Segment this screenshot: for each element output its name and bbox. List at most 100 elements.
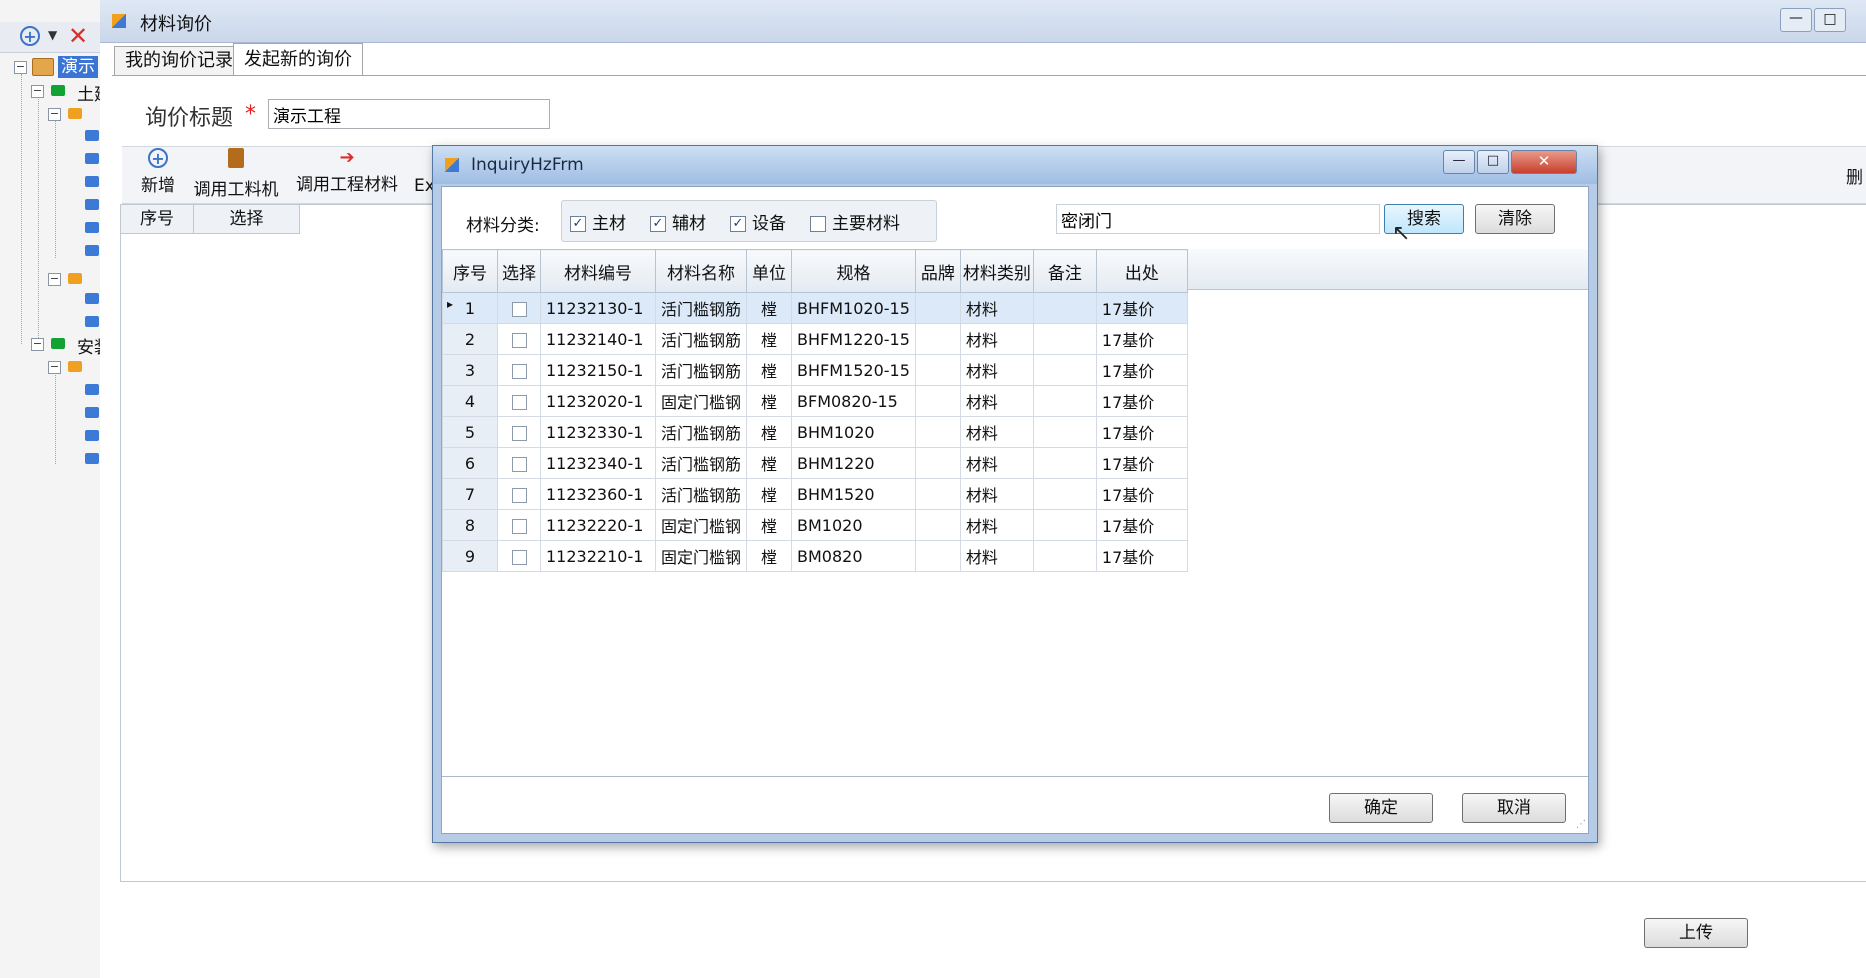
filter-checkbox-4[interactable]: 主要材料 — [810, 209, 900, 234]
cell-unit[interactable]: 樘 — [746, 416, 793, 448]
checkbox-checked-icon[interactable]: ✓ — [570, 216, 586, 232]
item-icon[interactable] — [85, 176, 99, 187]
ok-button[interactable]: 确定 — [1329, 793, 1433, 823]
clear-button[interactable]: 清除 — [1475, 204, 1555, 234]
checkbox-unchecked-icon[interactable] — [810, 216, 826, 232]
row-checkbox[interactable] — [511, 549, 527, 565]
row-number-cell[interactable]: 6 — [442, 447, 498, 479]
cell-brand[interactable] — [914, 509, 961, 541]
cell-brand[interactable] — [914, 416, 961, 448]
cell-note[interactable] — [1032, 323, 1097, 355]
cell-name[interactable]: 活门槛钢筋 — [654, 416, 748, 448]
minimize-icon[interactable]: — — [1443, 150, 1475, 174]
cell-name[interactable]: 活门槛钢筋 — [654, 323, 748, 355]
column-header[interactable]: 单位 — [746, 249, 793, 293]
cell-spec[interactable]: BFM0820-15 — [791, 385, 916, 417]
maximize-icon[interactable]: □ — [1477, 150, 1509, 174]
cell-source[interactable]: 17基价 — [1095, 354, 1188, 386]
cell-source[interactable]: 17基价 — [1095, 540, 1188, 572]
cell-spec[interactable]: BM1020 — [791, 509, 916, 541]
cell-brand[interactable] — [914, 478, 961, 510]
cell-source[interactable]: 17基价 — [1095, 447, 1188, 479]
cell-name[interactable]: 固定门槛钢 — [654, 509, 748, 541]
cell-unit[interactable]: 樘 — [746, 354, 793, 386]
cell-brand[interactable] — [914, 447, 961, 479]
row-checkbox[interactable] — [511, 363, 527, 379]
row-number-cell[interactable]: 7 — [442, 478, 498, 510]
close-icon[interactable]: ✕ — [1511, 150, 1577, 174]
cell-name[interactable]: 固定门槛钢 — [654, 540, 748, 572]
cell-source[interactable]: 17基价 — [1095, 385, 1188, 417]
column-header[interactable]: 品牌 — [914, 249, 961, 293]
use-project-material-button[interactable]: ➔ 调用工程材料 — [293, 148, 401, 198]
row-checkbox[interactable] — [511, 487, 527, 503]
item-icon[interactable] — [85, 245, 99, 256]
cell-name[interactable]: 固定门槛钢 — [654, 385, 748, 417]
table-row[interactable]: 6 11232340-1 活门槛钢筋樘 BHM1220 材料 17基价 — [442, 447, 1188, 479]
cell-unit[interactable]: 樘 — [746, 323, 793, 355]
cell-unit[interactable]: 樘 — [746, 540, 793, 572]
cell-spec[interactable]: BHFM1220-15 — [791, 323, 916, 355]
row-number-cell[interactable]: 8 — [442, 509, 498, 541]
upload-button[interactable]: 上传 — [1644, 918, 1748, 948]
row-checkbox[interactable] — [511, 518, 527, 534]
inquiry-title-input[interactable] — [268, 99, 550, 129]
cell-spec[interactable]: BM0820 — [791, 540, 916, 572]
cell-brand[interactable] — [914, 540, 961, 572]
select-cell[interactable] — [497, 354, 541, 386]
maximize-icon[interactable]: □ — [1814, 8, 1846, 32]
cell-brand[interactable] — [914, 354, 961, 386]
checkbox-checked-icon[interactable]: ✓ — [650, 216, 666, 232]
table-row[interactable]: 7 11232360-1 活门槛钢筋樘 BHM1520 材料 17基价 — [442, 478, 1188, 510]
cell-code[interactable]: 11232330-1 — [540, 416, 656, 448]
item-icon[interactable] — [85, 222, 99, 233]
filter-checkbox-2[interactable]: ✓ 辅材 — [650, 209, 706, 234]
row-number-cell[interactable]: 3 — [442, 354, 498, 386]
cell-brand[interactable] — [914, 385, 961, 417]
cell-category[interactable]: 材料 — [959, 540, 1034, 572]
cell-note[interactable] — [1032, 416, 1097, 448]
cell-brand[interactable] — [914, 292, 961, 324]
column-header[interactable]: 材料编号 — [540, 249, 656, 293]
item-icon[interactable] — [85, 153, 99, 164]
cell-spec[interactable]: BHM1220 — [791, 447, 916, 479]
cell-category[interactable]: 材料 — [959, 354, 1034, 386]
cell-note[interactable] — [1032, 509, 1097, 541]
cell-unit[interactable]: 樘 — [746, 509, 793, 541]
cell-category[interactable]: 材料 — [959, 385, 1034, 417]
cell-code[interactable]: 11232340-1 — [540, 447, 656, 479]
column-header[interactable]: 材料类别 — [959, 249, 1034, 293]
cell-category[interactable]: 材料 — [959, 323, 1034, 355]
table-row[interactable]: 4 11232020-1 固定门槛钢樘 BFM0820-15 材料 17基价 — [442, 385, 1188, 417]
item-icon[interactable] — [85, 453, 99, 464]
cell-spec[interactable]: BHM1020 — [791, 416, 916, 448]
delete-button[interactable]: 删 — [1846, 163, 1863, 188]
row-checkbox[interactable] — [511, 456, 527, 472]
cell-note[interactable] — [1032, 540, 1097, 572]
cell-category[interactable]: 材料 — [959, 292, 1034, 324]
cell-name[interactable]: 活门槛钢筋 — [654, 292, 748, 324]
table-row[interactable]: 3 11232150-1 活门槛钢筋樘 BHFM1520-15 材料 17基价 — [442, 354, 1188, 386]
add-node-icon[interactable]: + — [20, 26, 40, 46]
cell-name[interactable]: 活门槛钢筋 — [654, 354, 748, 386]
resize-grip-icon[interactable]: ⋰ — [1576, 819, 1586, 830]
select-cell[interactable] — [497, 323, 541, 355]
item-icon[interactable] — [85, 293, 99, 304]
item-icon[interactable] — [85, 407, 99, 418]
cell-source[interactable]: 17基价 — [1095, 509, 1188, 541]
item-icon[interactable] — [85, 384, 99, 395]
tab-new-inquiry[interactable]: 发起新的询价 — [233, 43, 363, 76]
tab-my-inquiries[interactable]: 我的询价记录 — [114, 46, 244, 76]
filter-checkbox-3[interactable]: ✓ 设备 — [730, 209, 786, 234]
row-number-cell[interactable]: 5 — [442, 416, 498, 448]
cell-name[interactable]: 活门槛钢筋 — [654, 478, 748, 510]
select-cell[interactable] — [497, 292, 541, 324]
table-row[interactable]: 9 11232210-1 固定门槛钢樘 BM0820 材料 17基价 — [442, 540, 1188, 572]
cell-spec[interactable]: BHM1520 — [791, 478, 916, 510]
cell-code[interactable]: 11232140-1 — [540, 323, 656, 355]
row-number-cell[interactable]: 4 — [442, 385, 498, 417]
column-header[interactable]: 出处 — [1095, 249, 1188, 293]
table-row[interactable]: ▸ 1 11232130-1 活门槛钢筋樘 BHFM1020-15 材料 17基价 — [442, 292, 1188, 324]
cell-source[interactable]: 17基价 — [1095, 478, 1188, 510]
cell-category[interactable]: 材料 — [959, 509, 1034, 541]
